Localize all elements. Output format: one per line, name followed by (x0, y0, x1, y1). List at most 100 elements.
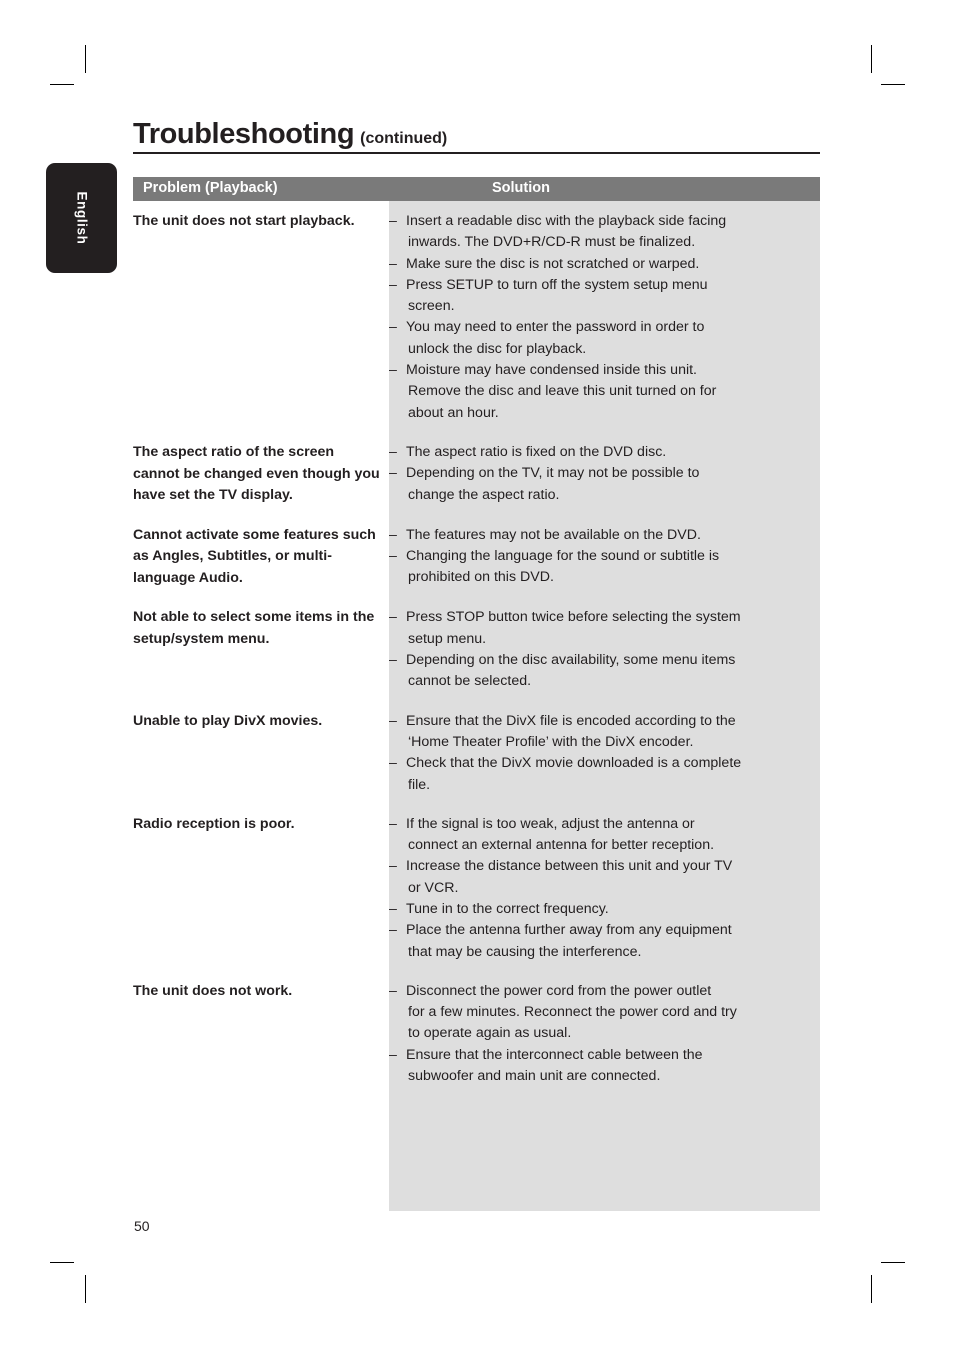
solution-text-line: Tune in to the correct frequency. (406, 901, 609, 917)
solution-cell: – The features may not be available on th… (389, 525, 820, 589)
solution-text-line: cannot be selected. (408, 673, 532, 690)
solution-text-line: about an hour. (408, 404, 499, 421)
solution-text-line: If the signal is too weak, adjust the an… (406, 815, 695, 832)
solution-cell: – If the signal is too weak, adjust the a… (389, 814, 820, 963)
table-row: Cannot activate some features such as An… (133, 525, 820, 590)
solution-text-line: screen. (408, 298, 455, 315)
language-tab-label: English (74, 191, 89, 245)
solution-bullet: – The aspect ratio is fixed on the DVD di… (389, 442, 820, 463)
solution-bullet: – You may need to enter the password in o… (389, 317, 820, 360)
crop-mark-bottom-right-vertical (871, 1275, 872, 1303)
solution-text-line: that may be causing the interference. (408, 943, 642, 960)
solution-text-line: Depending on the TV, it may not be possi… (406, 465, 700, 482)
solution-text-line: Ensure that the interconnect cable betwe… (406, 1046, 703, 1063)
bullet-dash-icon: – (389, 276, 397, 293)
solution-text-line: Place the antenna further away from any … (406, 922, 732, 939)
page-number: 50 (134, 1218, 150, 1234)
bullet-dash-icon: – (389, 652, 397, 669)
solution-text: Press STOP button twice before selecting… (406, 607, 820, 650)
solution-text-line: ‘Home Theater Profile’ with the DivX enc… (408, 733, 694, 750)
solution-text: Increase the distance between this unit … (406, 856, 820, 899)
solution-bullet: – Increase the distance between this unit… (389, 856, 820, 899)
table-header-bar: Problem (Playback) Solution (133, 177, 820, 201)
solution-bullet: – Press SETUP to turn off the system setu… (389, 275, 820, 318)
solution-text-line: Insert a readable disc with the playback… (406, 213, 727, 229)
solution-text-line: to operate again as usual. (408, 1025, 572, 1042)
bullet-dash-icon: – (389, 465, 397, 482)
problem-text: Cannot activate some features such as An… (133, 526, 376, 586)
problem-text: Radio reception is poor. (133, 815, 295, 832)
bullet-dash-icon: – (389, 255, 397, 272)
bullet-dash-icon: – (389, 1046, 397, 1063)
solution-text-line: The features may not be available on the… (406, 526, 701, 543)
column-header-problem: Problem (Playback) (143, 180, 278, 196)
table-row: Not able to select some items in the set… (133, 607, 820, 692)
solution-text: The aspect ratio is fixed on the DVD dis… (406, 442, 820, 463)
bullet-dash-icon: – (389, 609, 397, 626)
bullet-dash-icon: – (389, 901, 397, 917)
solution-bullet: – Ensure that the DivX file is encoded ac… (389, 711, 820, 754)
solution-text-line: Press STOP button twice before selecting… (406, 609, 741, 626)
solution-text-line: unlock the disc for playback. (408, 340, 587, 357)
solution-text-line: connect an external antenna for better r… (408, 837, 715, 854)
solution-text: Press SETUP to turn off the system setup… (406, 275, 820, 318)
solution-bullet: – Press STOP button twice before selectin… (389, 607, 820, 650)
solution-cell: – Press STOP button twice before selectin… (389, 607, 820, 692)
table-row: The unit does not work. – Disconnect the p… (133, 981, 820, 1087)
solution-text-line: Press SETUP to turn off the system setup… (406, 276, 708, 293)
solution-text: Depending on the TV, it may not be possi… (406, 463, 820, 506)
table-row: Radio reception is poor. – If the signal i… (133, 814, 820, 963)
solution-text-line: subwoofer and main unit are connected. (408, 1068, 661, 1085)
solution-text-line: Ensure that the DivX file is encoded acc… (406, 712, 736, 729)
solution-bullet: – Ensure that the interconnect cable betw… (389, 1045, 820, 1088)
bullet-dash-icon: – (389, 213, 397, 229)
bullet-dash-icon: – (389, 362, 397, 379)
solution-text-line: Make sure the disc is not scratched or w… (406, 255, 700, 272)
solution-cell: – Insert a readable disc with the playbac… (389, 211, 820, 424)
bullet-dash-icon: – (389, 443, 397, 460)
solution-bullet: – Insert a readable disc with the playbac… (389, 211, 820, 254)
solution-text-line: change the aspect ratio. (408, 486, 560, 503)
solution-text-line: You may need to enter the password in or… (406, 319, 705, 336)
crop-mark-top-left-vertical (85, 45, 86, 73)
solution-bullet: – Moisture may have condensed inside this… (389, 360, 820, 424)
page-title-main: Troubleshooting (133, 118, 355, 150)
solution-text: Ensure that the DivX file is encoded acc… (406, 711, 820, 754)
problem-text: Not able to select some items in the set… (133, 609, 375, 648)
solution-text-line: prohibited on this DVD. (408, 569, 554, 586)
crop-mark-top-right-vertical (871, 45, 872, 73)
table-row: The aspect ratio of the screen cannot be… (133, 442, 820, 507)
solution-bullet: – The features may not be available on th… (389, 525, 820, 546)
solution-text-line: Moisture may have condensed inside this … (406, 362, 698, 379)
solution-bullet: – Disconnect the power cord from the powe… (389, 981, 820, 1045)
problem-text: The unit does not start playback. (133, 213, 355, 229)
crop-mark-bottom-right-horizontal (881, 1262, 905, 1263)
solution-text: Moisture may have condensed inside this … (406, 360, 820, 424)
solution-text: Check that the DivX movie downloaded is … (406, 753, 820, 796)
problem-text: Unable to play DivX movies. (133, 712, 323, 729)
crop-mark-top-right-horizontal (881, 84, 905, 85)
crop-mark-bottom-left-vertical (85, 1275, 86, 1303)
bullet-dash-icon: – (389, 712, 397, 729)
solution-text: Tune in to the correct frequency. (406, 899, 820, 920)
bullet-dash-icon: – (389, 526, 397, 543)
solution-text-line: setup menu. (408, 630, 487, 647)
language-tab: English (46, 163, 117, 273)
solution-text-line: Increase the distance between this unit … (406, 858, 733, 875)
solution-text-line: Check that the DivX movie downloaded is … (406, 755, 742, 772)
solution-bullet: – Tune in to the correct frequency. (389, 899, 820, 920)
solution-text: Insert a readable disc with the playback… (406, 211, 820, 254)
solution-text-line: Disconnect the power cord from the power… (406, 982, 712, 999)
solution-text-line: file. (408, 776, 431, 793)
solution-bullet: – If the signal is too weak, adjust the a… (389, 814, 820, 857)
table-row: The unit does not start playback. – Insert… (133, 211, 820, 424)
bullet-dash-icon: – (389, 815, 397, 832)
solution-text: Place the antenna further away from any … (406, 920, 820, 963)
solution-text: Ensure that the interconnect cable betwe… (406, 1045, 820, 1088)
bullet-dash-icon: – (389, 755, 397, 772)
crop-mark-top-left-horizontal (50, 84, 74, 85)
solution-text: You may need to enter the password in or… (406, 317, 820, 360)
solution-text-line: Depending on the disc availability, some… (406, 652, 736, 669)
bullet-dash-icon: – (389, 319, 397, 336)
crop-mark-bottom-left-horizontal (50, 1262, 74, 1263)
